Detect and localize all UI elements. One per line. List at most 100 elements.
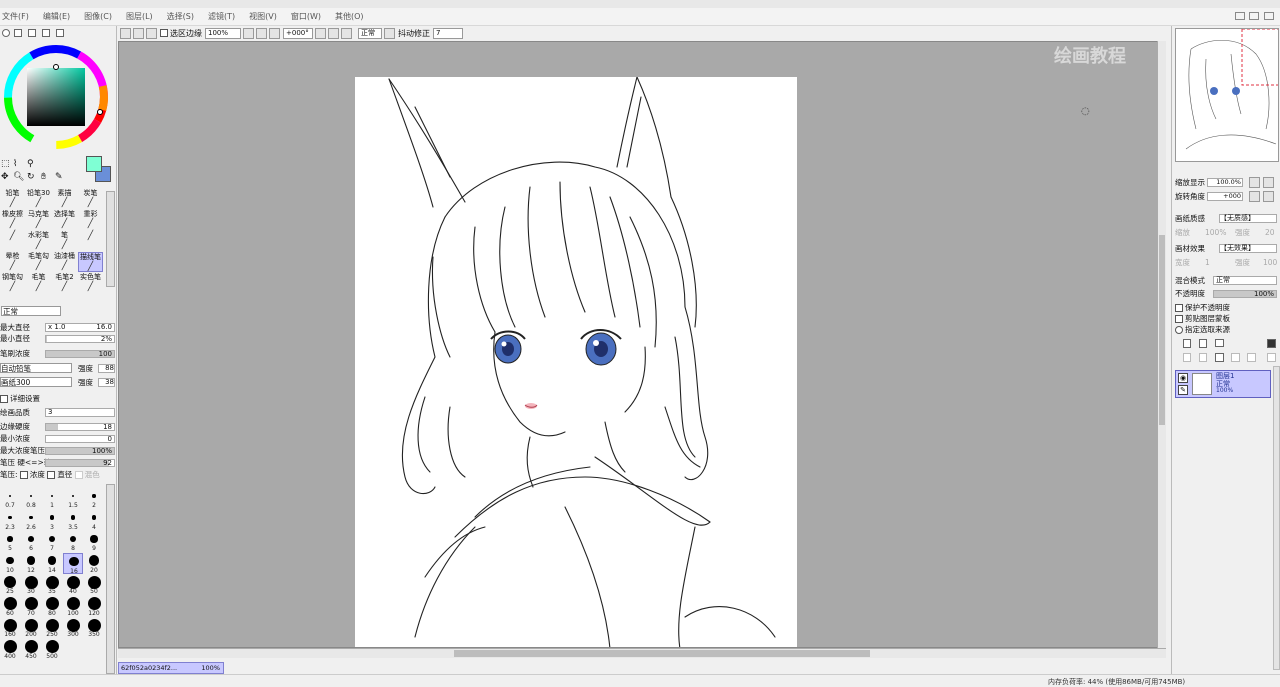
new-vector-layer-icon[interactable] bbox=[1199, 339, 1207, 348]
hand-icon[interactable]: ✋︎ bbox=[41, 172, 46, 182]
brush-size-cell[interactable]: 1.5 bbox=[63, 488, 83, 509]
rect-select-icon[interactable]: ⬚ bbox=[1, 159, 10, 169]
pressure-hardness-slider[interactable]: 92 bbox=[45, 459, 115, 467]
foreground-color-swatch[interactable] bbox=[86, 156, 102, 172]
layer-item[interactable]: ◉ ✎ 图层1 正常 100% bbox=[1175, 370, 1271, 398]
blend-mode-select[interactable]: 正常 bbox=[1213, 276, 1277, 285]
rotate-reset-button[interactable] bbox=[341, 27, 352, 39]
opacity-slider[interactable]: 100% bbox=[1213, 290, 1277, 298]
brush-size-cell[interactable]: 350 bbox=[84, 617, 104, 638]
brush-size-cell[interactable]: 30 bbox=[21, 574, 41, 595]
brush-tool-4-3[interactable]: 实色笔 ╱ bbox=[78, 273, 103, 293]
brush-tool-1-0[interactable]: 橡皮擦 ╱ bbox=[0, 210, 25, 230]
nav-rotate-left-button[interactable] bbox=[1249, 191, 1260, 202]
pressure-blend-checkbox[interactable] bbox=[74, 471, 83, 479]
eyedropper-icon[interactable]: ✎ bbox=[55, 172, 63, 182]
max-density-pressure-slider[interactable]: 100% bbox=[45, 447, 115, 455]
move-icon[interactable]: ✥ bbox=[1, 172, 9, 182]
texture-strength-value[interactable]: 38 bbox=[98, 378, 115, 387]
brush-size-cell[interactable]: 400 bbox=[0, 639, 20, 660]
selection-source-radio[interactable] bbox=[1175, 326, 1183, 334]
brush-size-cell[interactable]: 10 bbox=[0, 553, 20, 574]
brush-size-cell[interactable]: 14 bbox=[42, 553, 62, 574]
pressure-density-checkbox[interactable] bbox=[19, 471, 28, 479]
brush-tool-2-1[interactable]: 水彩笔 ╱ bbox=[26, 231, 51, 251]
brush-size-cell[interactable]: 2 bbox=[84, 488, 104, 509]
nav-zoom-in-button[interactable] bbox=[1263, 177, 1274, 188]
show-selection-button[interactable] bbox=[146, 27, 157, 39]
merge-down-icon[interactable] bbox=[1199, 353, 1207, 362]
color-wheel-icon[interactable] bbox=[2, 29, 10, 37]
brush-tool-0-1[interactable]: 铅笔30 ╱ bbox=[26, 189, 51, 209]
brush-size-cell[interactable]: 3 bbox=[42, 510, 62, 531]
clip-group-checkbox[interactable] bbox=[1175, 315, 1183, 323]
minimize-button[interactable] bbox=[1234, 11, 1245, 20]
density-slider[interactable]: 100 bbox=[45, 350, 115, 358]
canvas-viewport[interactable]: 绘画教程 ◌ bbox=[118, 41, 1166, 648]
min-density-slider[interactable]: 0 bbox=[45, 435, 115, 443]
brush-tool-0-0[interactable]: 铅笔 ╱ bbox=[0, 189, 25, 209]
zoom-in-button[interactable] bbox=[256, 27, 267, 39]
shape-strength-value[interactable]: 88 bbox=[98, 364, 115, 373]
menu-view[interactable]: 视图(V) bbox=[249, 11, 277, 22]
new-layer-icon[interactable] bbox=[1183, 339, 1191, 348]
rotation-select[interactable]: +000° bbox=[283, 27, 313, 39]
brush-size-cell[interactable]: 5 bbox=[0, 531, 20, 552]
brush-size-cell[interactable]: 20 bbox=[84, 553, 104, 574]
layer-visibility-icon[interactable]: ◉ bbox=[1178, 373, 1188, 383]
navigator-preview[interactable] bbox=[1175, 28, 1279, 162]
paper-texture-select[interactable]: 【无质感】 bbox=[1219, 214, 1277, 223]
brush-size-cell[interactable]: 9 bbox=[84, 531, 104, 552]
brush-tool-1-3[interactable]: 重彩 ╱ bbox=[78, 210, 103, 230]
brush-size-cell[interactable]: 160 bbox=[0, 617, 20, 638]
edge-hardness-slider[interactable]: 18 bbox=[45, 423, 115, 431]
texture-strength-value[interactable]: 20 bbox=[1265, 227, 1275, 238]
canvas-vertical-scrollbar[interactable] bbox=[1157, 41, 1166, 648]
color-wheel[interactable] bbox=[1, 42, 111, 152]
brush-size-cell[interactable]: 200 bbox=[21, 617, 41, 638]
brush-size-cell[interactable]: 6 bbox=[21, 531, 41, 552]
min-size-slider[interactable]: 2% bbox=[45, 335, 115, 343]
menu-filter[interactable]: 滤镜(T) bbox=[208, 11, 235, 22]
new-folder-icon[interactable] bbox=[1215, 339, 1224, 347]
brush-size-cell[interactable]: 12 bbox=[21, 553, 41, 574]
brush-size-cell[interactable]: 4 bbox=[84, 510, 104, 531]
menu-file[interactable]: 文件(F) bbox=[2, 11, 29, 22]
horizontal-scroll-thumb[interactable] bbox=[454, 650, 870, 657]
brush-size-cell[interactable]: 80 bbox=[42, 596, 62, 617]
menu-other[interactable]: 其他(O) bbox=[335, 11, 364, 22]
brush-tool-4-2[interactable]: 毛笔2 ╱ bbox=[52, 273, 77, 293]
copy-layer-icon[interactable] bbox=[1183, 353, 1191, 362]
brush-tool-4-0[interactable]: 钢笔勾 ╱ bbox=[0, 273, 25, 293]
zoom-reset-button[interactable] bbox=[269, 27, 280, 39]
deselect-button[interactable] bbox=[120, 27, 131, 39]
rotate-right-button[interactable] bbox=[328, 27, 339, 39]
max-size-field[interactable]: x 1.0 16.0 bbox=[45, 323, 115, 332]
zoom-out-button[interactable] bbox=[243, 27, 254, 39]
brush-size-cell[interactable]: 8 bbox=[63, 531, 83, 552]
canvas-horizontal-scrollbar[interactable] bbox=[118, 648, 1166, 658]
zoom-icon[interactable]: 🔍︎ bbox=[13, 172, 24, 182]
layer-mask-icon[interactable] bbox=[1267, 339, 1276, 348]
brush-size-cell[interactable]: 50 bbox=[84, 574, 104, 595]
nav-zoom-field[interactable]: 100.0% bbox=[1207, 178, 1243, 187]
paper-effect-select[interactable]: 【无效果】 bbox=[1219, 244, 1277, 253]
brush-tool-3-3[interactable]: 描线笔 ╱ bbox=[78, 252, 103, 272]
clear-layer-icon[interactable] bbox=[1231, 353, 1240, 362]
brush-size-cell[interactable]: 16 bbox=[63, 552, 83, 575]
brush-size-cell[interactable]: 60 bbox=[0, 596, 20, 617]
document-tab[interactable]: 62f052a0234f2... 100% bbox=[118, 662, 224, 674]
vertical-scroll-thumb[interactable] bbox=[1159, 235, 1165, 425]
menu-edit[interactable]: 编辑(E) bbox=[43, 11, 70, 22]
brush-size-cell[interactable]: 300 bbox=[63, 617, 83, 638]
nav-zoom-out-button[interactable] bbox=[1249, 177, 1260, 188]
texture-select[interactable]: 画纸300 bbox=[0, 377, 72, 387]
brush-tool-3-0[interactable]: 晕枪 ╱ bbox=[0, 252, 25, 272]
brush-tool-2-0[interactable]: ╱ bbox=[0, 231, 25, 251]
invert-selection-button[interactable] bbox=[133, 27, 144, 39]
effect-width-value[interactable]: 1 bbox=[1205, 257, 1210, 268]
nav-rotate-right-button[interactable] bbox=[1263, 191, 1274, 202]
brush-size-cell[interactable]: 7 bbox=[42, 531, 62, 552]
brush-tool-3-1[interactable]: 毛笔勾 ╱ bbox=[26, 252, 51, 272]
view-mode-select[interactable]: 正常 bbox=[358, 27, 382, 39]
